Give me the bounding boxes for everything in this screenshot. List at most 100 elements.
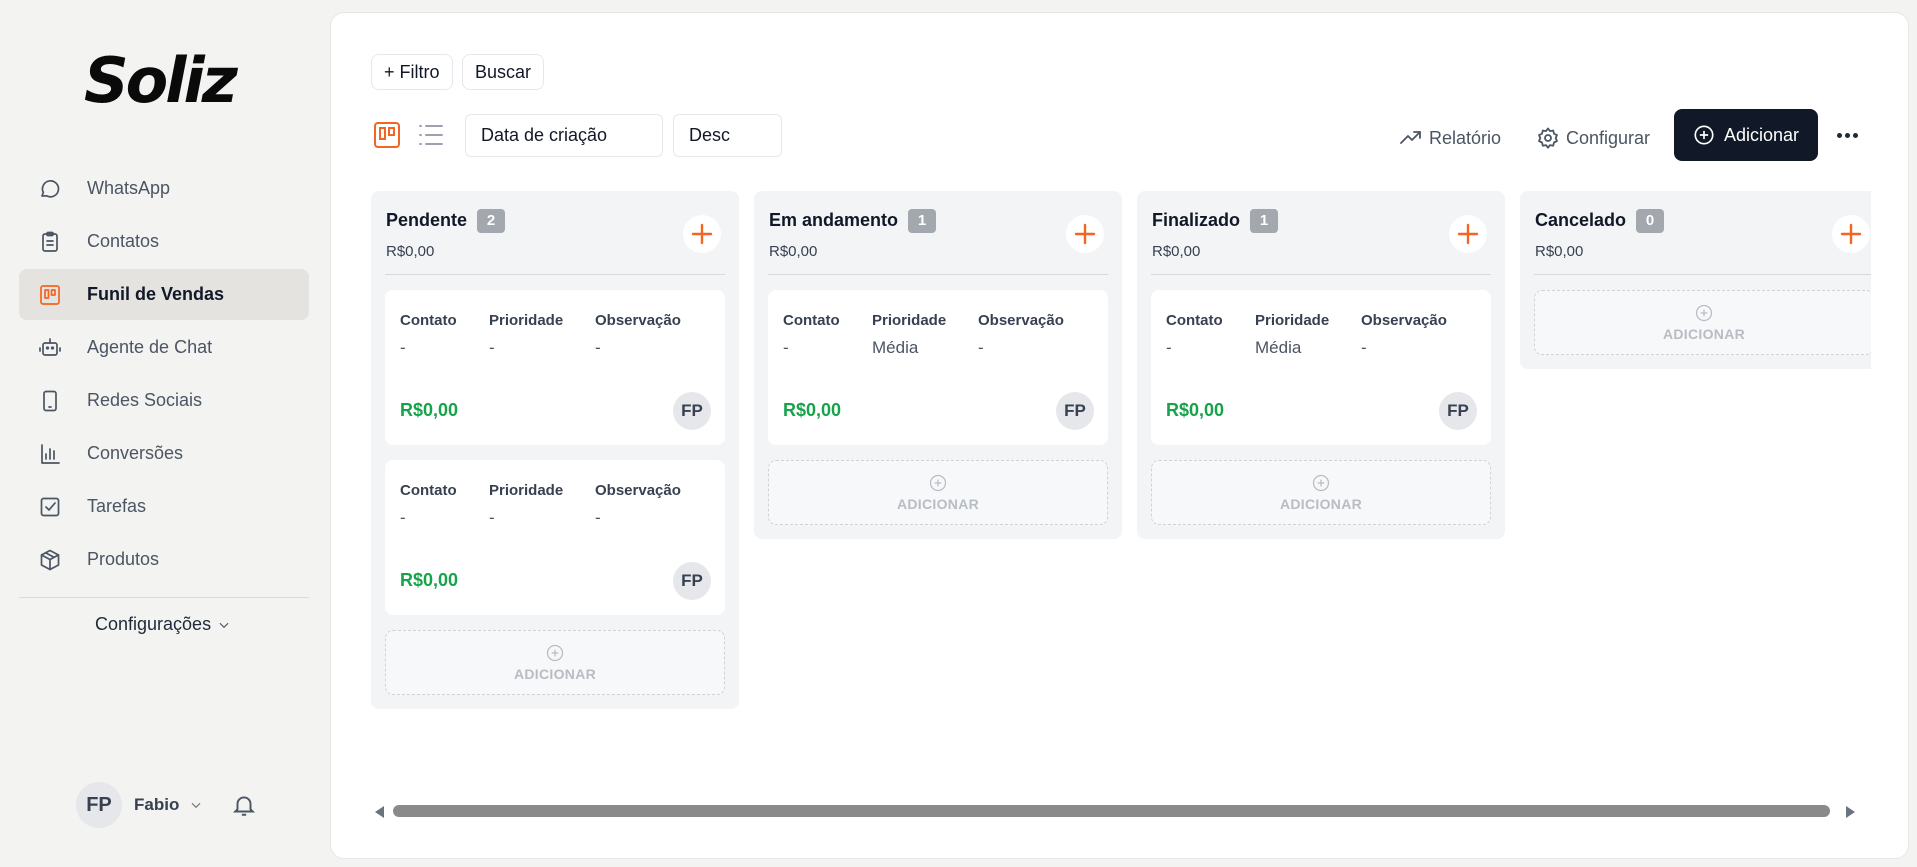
deal-card[interactable]: Contato - Prioridade - Observação - R$0,00 … — [385, 460, 725, 615]
column-total: R$0,00 — [386, 243, 435, 260]
horizontal-scrollbar[interactable] — [375, 803, 1855, 819]
add-card-label: ADICIONAR — [1279, 496, 1363, 512]
column-count-badge: 1 — [908, 209, 937, 233]
add-card-slot[interactable]: ADICIONAR — [385, 630, 725, 695]
trending-up-icon — [1400, 131, 1421, 144]
list-view-icon[interactable] — [417, 121, 445, 149]
column-total: R$0,00 — [769, 243, 818, 260]
main-panel: + Filtro Buscar Data de criação Desc Rel… — [330, 12, 1909, 859]
sidebar-item-label: Tarefas — [87, 496, 147, 516]
sort-order-select[interactable]: Desc — [673, 114, 782, 157]
add-card-slot[interactable]: ADICIONAR — [768, 460, 1108, 525]
sidebar-item-label: Produtos — [87, 549, 160, 569]
search-button[interactable]: Buscar — [462, 54, 545, 90]
scrollbar-thumb[interactable] — [393, 805, 1830, 817]
sidebar-item-tarefas[interactable]: Tarefas — [19, 481, 309, 532]
avatar: FP — [1056, 392, 1094, 430]
sidebar: Soliz WhatsApp Contatos Funil de Vendas … — [0, 0, 330, 867]
add-card-slot[interactable]: ADICIONAR — [1534, 290, 1871, 355]
sidebar-nav: WhatsApp Contatos Funil de Vendas Agente… — [19, 163, 309, 587]
chevron-down-icon — [219, 622, 229, 628]
column-add-button[interactable] — [1832, 215, 1870, 253]
avatar[interactable]: FP — [76, 782, 122, 828]
sidebar-item-whatsapp[interactable]: WhatsApp — [19, 163, 309, 214]
card-price: R$0,00 — [400, 400, 459, 420]
sidebar-item-produtos[interactable]: Produtos — [19, 534, 309, 585]
card-price: R$0,00 — [1166, 400, 1225, 420]
avatar: FP — [673, 562, 711, 600]
robot-icon — [37, 335, 63, 361]
bell-icon[interactable] — [231, 792, 257, 818]
sidebar-item-label: WhatsApp — [87, 178, 171, 198]
sidebar-item-label: Conversões — [87, 443, 184, 463]
deal-card[interactable]: Contato - Prioridade Média Observação - R$0… — [1151, 290, 1491, 445]
phone-icon — [37, 388, 63, 414]
sidebar-item-conversoes[interactable]: Conversões — [19, 428, 309, 479]
report-label: Relatório — [1429, 127, 1502, 148]
kanban-column-pendente: Pendente 2 R$0,00 Contato - Prioridade - Ob… — [371, 191, 739, 709]
priority-field: Prioridade - — [489, 312, 564, 357]
column-count-badge: 0 — [1636, 209, 1665, 233]
plus-circle-icon — [1695, 304, 1713, 322]
deal-card[interactable]: Contato - Prioridade - Observação - R$0,00 … — [385, 290, 725, 445]
column-header: Finalizado 1 R$0,00 — [1151, 191, 1491, 275]
contact-field: Contato - — [1166, 312, 1223, 357]
sidebar-divider — [19, 597, 309, 598]
user-name[interactable]: Fabio — [134, 795, 179, 815]
filter-button[interactable]: + Filtro — [371, 54, 453, 90]
contact-field: Contato - — [400, 482, 457, 527]
bar-chart-icon — [37, 441, 63, 467]
scroll-left-arrow-icon[interactable] — [375, 806, 384, 818]
plus-icon — [1457, 223, 1479, 245]
kanban-view-icon[interactable] — [373, 121, 401, 149]
note-field: Observação - — [1361, 312, 1447, 357]
sidebar-item-contatos[interactable]: Contatos — [19, 216, 309, 267]
user-menu: FP Fabio — [76, 782, 257, 828]
add-button-label: Adicionar — [1723, 124, 1800, 145]
column-add-button[interactable] — [1449, 215, 1487, 253]
sidebar-item-label: Redes Sociais — [87, 390, 203, 410]
configure-button[interactable]: Configurar — [1536, 123, 1650, 153]
sort-field-select[interactable]: Data de criação — [465, 114, 663, 157]
column-header: Em andamento 1 R$0,00 — [768, 191, 1108, 275]
settings-label: Configurações — [95, 614, 212, 634]
chat-bubble-icon — [37, 176, 63, 202]
column-title: Em andamento 1 — [769, 209, 937, 233]
configure-label: Configurar — [1566, 127, 1651, 148]
kanban-column-cancelado: Cancelado 0 R$0,00 ADICIONAR — [1520, 191, 1871, 369]
add-card-slot[interactable]: ADICIONAR — [1151, 460, 1491, 525]
column-header: Pendente 2 R$0,00 — [385, 191, 725, 275]
deal-card[interactable]: Contato - Prioridade Média Observação - R$0… — [768, 290, 1108, 445]
add-card-label: ADICIONAR — [1662, 326, 1746, 342]
avatar: FP — [673, 392, 711, 430]
note-field: Observação - — [595, 482, 681, 527]
column-title: Cancelado 0 — [1535, 209, 1665, 233]
sidebar-item-agente-de-chat[interactable]: Agente de Chat — [19, 322, 309, 373]
package-icon — [37, 547, 63, 573]
column-total: R$0,00 — [1535, 243, 1584, 260]
kanban-column-em-andamento: Em andamento 1 R$0,00 Contato - Prioridade… — [754, 191, 1122, 539]
settings-dropdown[interactable]: Configurações — [95, 614, 231, 635]
chevron-down-icon[interactable] — [189, 798, 203, 812]
brand-logo[interactable]: Soliz — [84, 44, 238, 117]
column-count-badge: 2 — [477, 209, 506, 233]
plus-icon — [1840, 223, 1862, 245]
plus-circle-icon — [1694, 125, 1714, 145]
scroll-right-arrow-icon[interactable] — [1846, 806, 1855, 818]
sidebar-item-label: Agente de Chat — [87, 337, 213, 357]
checkbox-icon — [37, 494, 63, 520]
column-title: Pendente 2 — [386, 209, 506, 233]
sidebar-item-funil-de-vendas[interactable]: Funil de Vendas — [19, 269, 309, 320]
report-button[interactable]: Relatório — [1399, 123, 1501, 153]
plus-icon — [691, 223, 713, 245]
column-add-button[interactable] — [683, 215, 721, 253]
clipboard-icon — [37, 229, 63, 255]
add-button[interactable]: Adicionar — [1674, 109, 1818, 161]
column-title: Finalizado 1 — [1152, 209, 1279, 233]
more-options-icon[interactable] — [1833, 123, 1861, 147]
column-add-button[interactable] — [1066, 215, 1104, 253]
column-header: Cancelado 0 R$0,00 — [1534, 191, 1871, 275]
sidebar-item-redes-sociais[interactable]: Redes Sociais — [19, 375, 309, 426]
note-field: Observação - — [595, 312, 681, 357]
gear-icon — [1538, 127, 1558, 149]
